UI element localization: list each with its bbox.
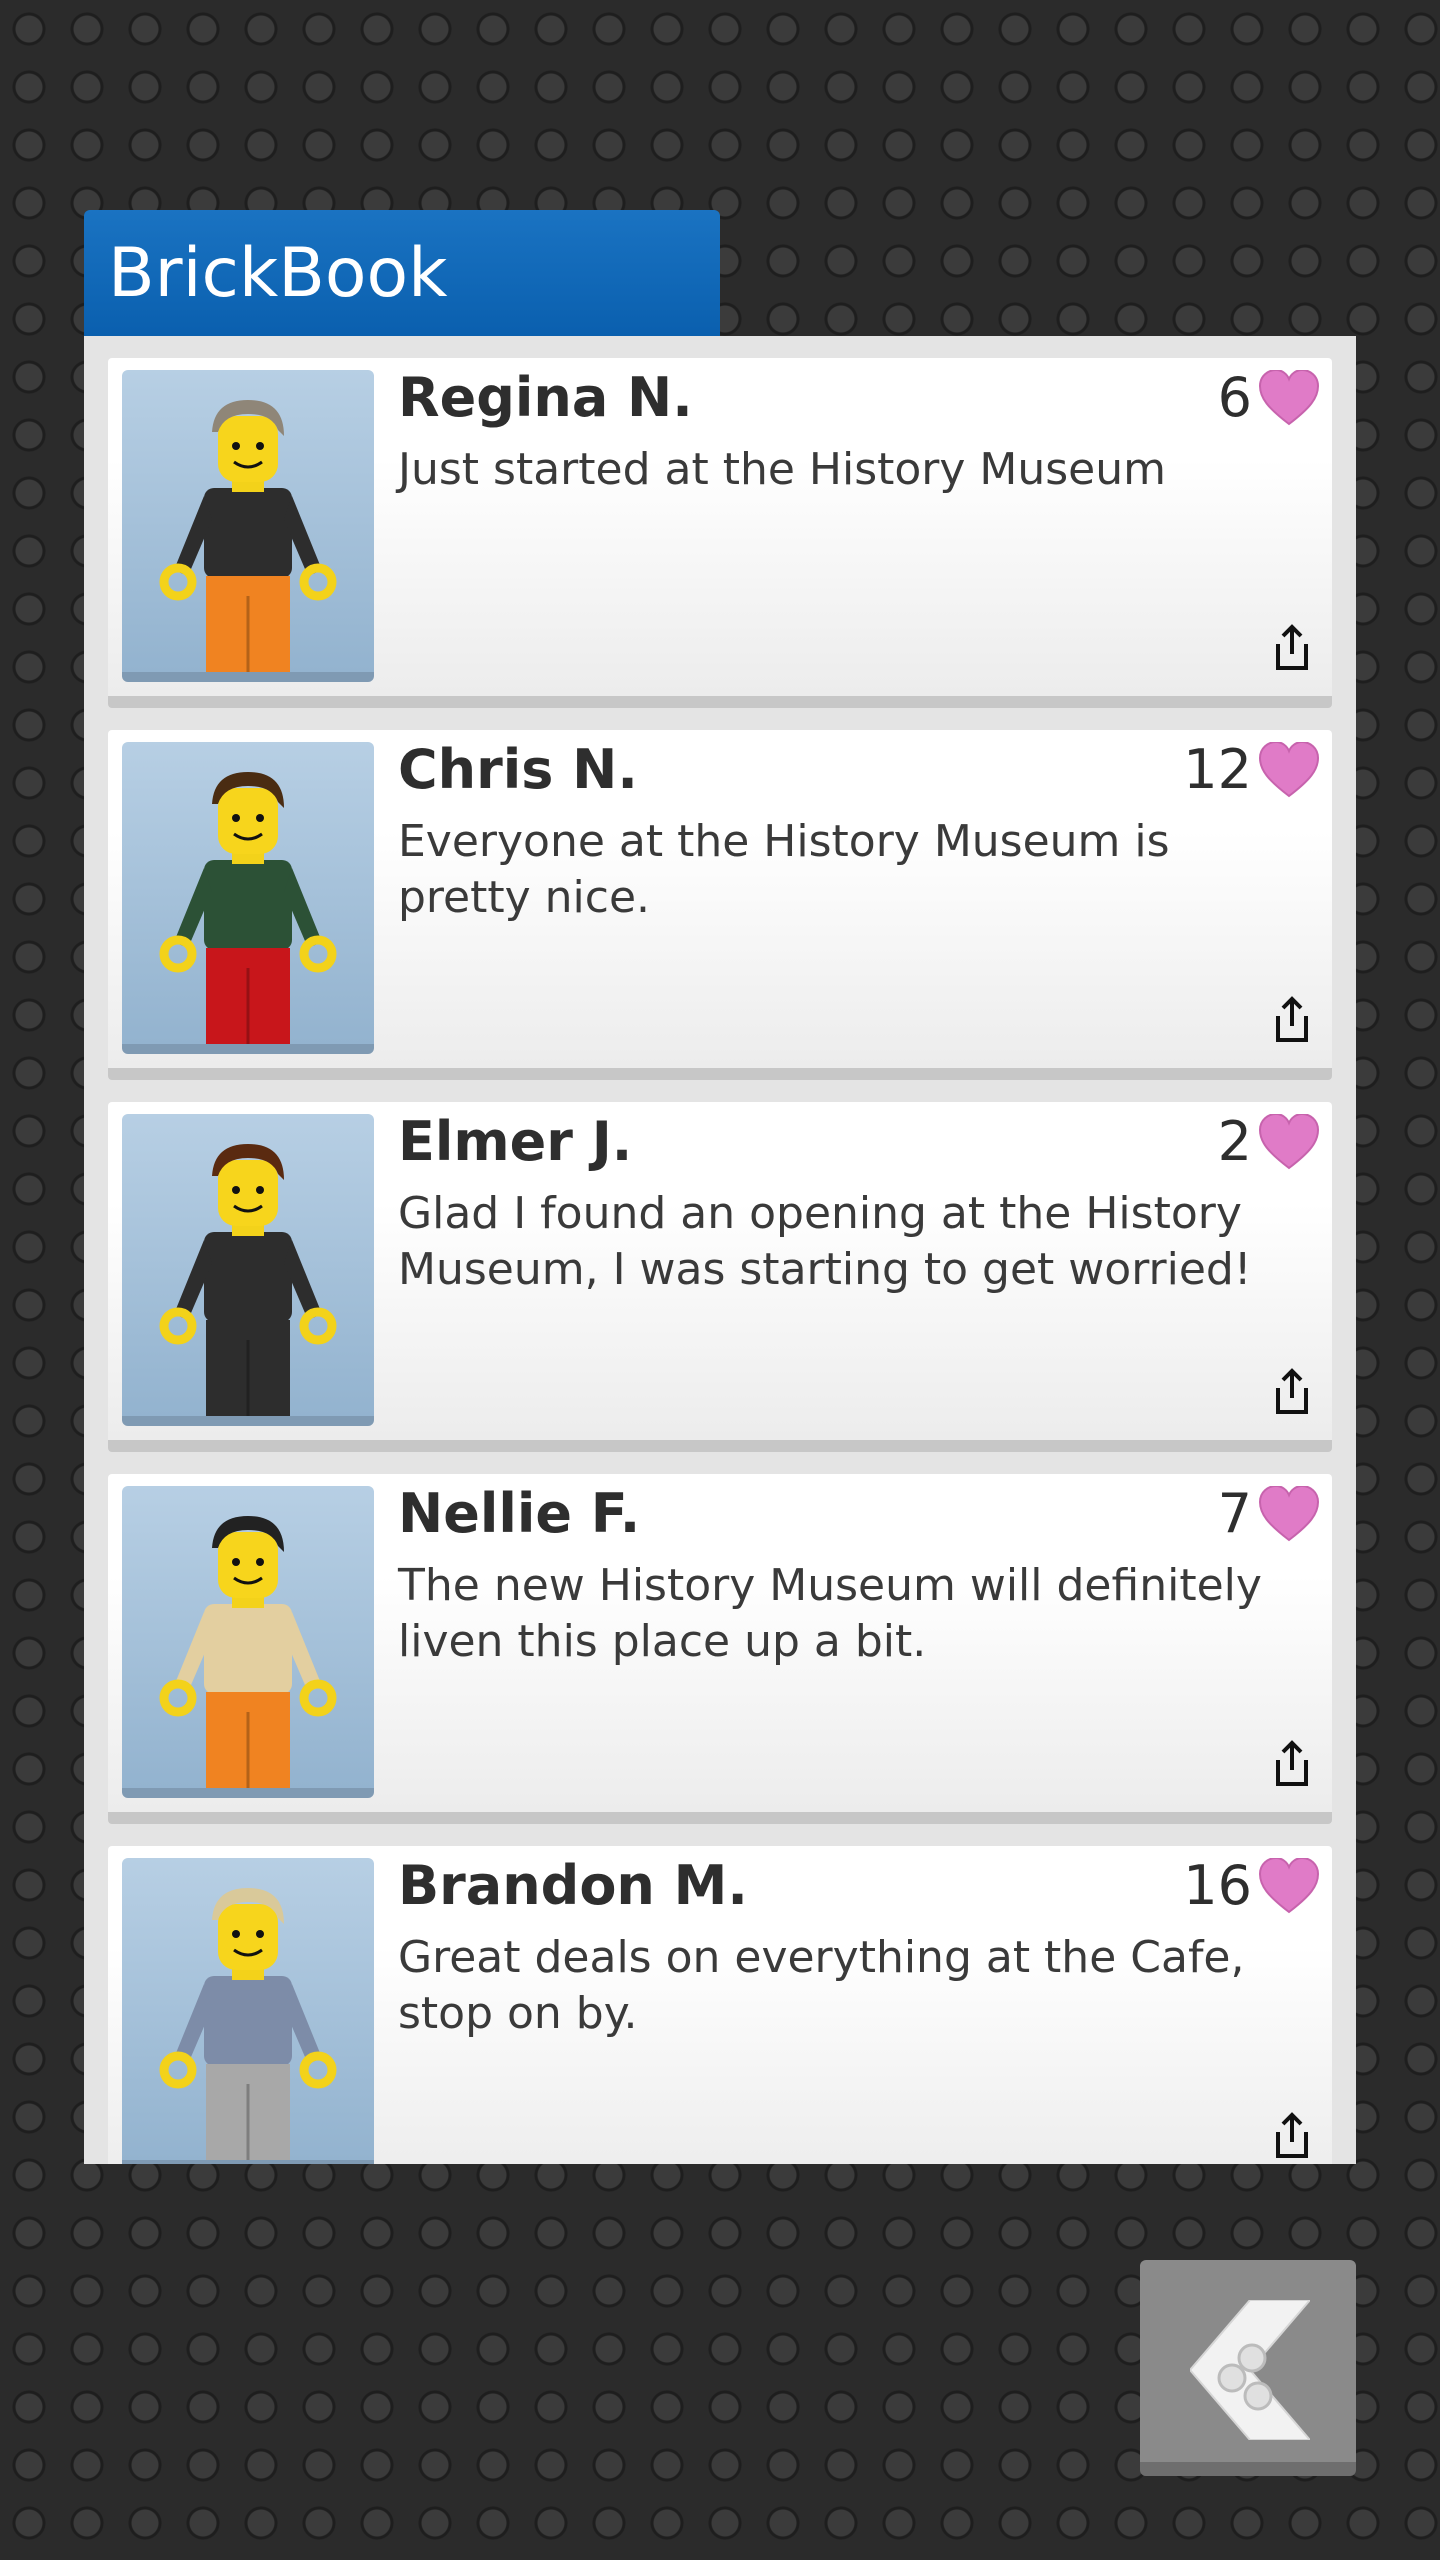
post-author[interactable]: Elmer J. xyxy=(398,1110,632,1173)
post-feed[interactable]: Regina N. 6 Just started at the History … xyxy=(84,336,1356,2164)
like-counter[interactable]: 16 xyxy=(1183,1854,1320,1917)
share-icon[interactable] xyxy=(1272,1368,1312,1416)
heart-icon[interactable] xyxy=(1258,1857,1320,1914)
post-card[interactable]: Nellie F. 7 The new History Museum will … xyxy=(108,1474,1332,1824)
post-author[interactable]: Nellie F. xyxy=(398,1482,640,1545)
minifigure-avatar[interactable] xyxy=(122,742,374,1054)
post-message: Just started at the History Museum xyxy=(398,444,1167,495)
post-card[interactable]: Chris N. 12 Everyone at the History Muse… xyxy=(108,730,1332,1080)
post-author[interactable]: Regina N. xyxy=(398,366,693,429)
share-icon[interactable] xyxy=(1272,624,1312,672)
minifigure-avatar[interactable] xyxy=(122,1114,374,1426)
brick-back-icon xyxy=(1190,2300,1310,2440)
post-card[interactable]: Elmer J. 2 Glad I found an opening at th… xyxy=(108,1102,1332,1452)
like-counter[interactable]: 2 xyxy=(1218,1110,1320,1173)
post-message: Everyone at the History Museum is pretty… xyxy=(398,816,1170,923)
post-message: Great deals on everything at the Cafe, s… xyxy=(398,1932,1245,2039)
like-counter[interactable]: 7 xyxy=(1218,1482,1320,1545)
heart-icon[interactable] xyxy=(1258,369,1320,426)
heart-icon[interactable] xyxy=(1258,1113,1320,1170)
app-title: BrickBook xyxy=(84,210,720,338)
like-counter[interactable]: 6 xyxy=(1218,366,1320,429)
post-message: The new History Museum will definitely l… xyxy=(398,1560,1262,1667)
post-author[interactable]: Chris N. xyxy=(398,738,638,801)
post-card[interactable]: Brandon M. 16 Great deals on everything … xyxy=(108,1846,1332,2164)
like-count: 12 xyxy=(1183,738,1252,801)
like-count: 6 xyxy=(1217,366,1252,429)
share-icon[interactable] xyxy=(1272,996,1312,1044)
like-counter[interactable]: 12 xyxy=(1183,738,1320,801)
post-message: Glad I found an opening at the History M… xyxy=(398,1188,1252,1295)
share-icon[interactable] xyxy=(1272,1740,1312,1788)
share-icon[interactable] xyxy=(1272,2112,1312,2160)
post-card[interactable]: Regina N. 6 Just started at the History … xyxy=(108,358,1332,708)
like-count: 7 xyxy=(1217,1482,1252,1545)
minifigure-avatar[interactable] xyxy=(122,1858,374,2164)
like-count: 16 xyxy=(1183,1854,1252,1917)
minifigure-avatar[interactable] xyxy=(122,1486,374,1798)
back-button[interactable] xyxy=(1140,2260,1356,2476)
minifigure-avatar[interactable] xyxy=(122,370,374,682)
heart-icon[interactable] xyxy=(1258,741,1320,798)
like-count: 2 xyxy=(1217,1110,1252,1173)
post-author[interactable]: Brandon M. xyxy=(398,1854,748,1917)
heart-icon[interactable] xyxy=(1258,1485,1320,1542)
